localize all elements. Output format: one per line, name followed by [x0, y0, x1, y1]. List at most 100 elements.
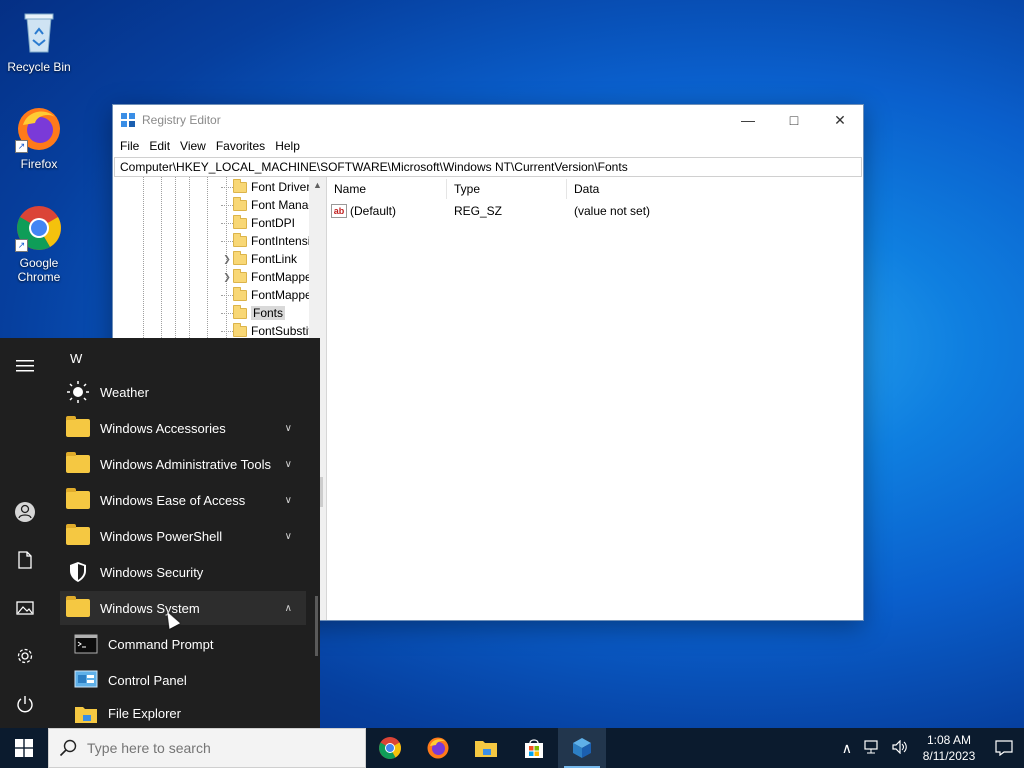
network-icon[interactable] — [864, 739, 880, 757]
shield-icon — [64, 558, 92, 586]
cmd-icon — [72, 630, 100, 658]
taskbar-registry-editor[interactable] — [558, 728, 606, 768]
file-explorer-icon — [72, 700, 100, 728]
values-pane: Name Type Data ab (Default) REG_SZ (value… — [327, 177, 863, 620]
start-item-windows-system[interactable]: Windows System ∧ — [60, 591, 306, 625]
folder-icon — [233, 250, 247, 265]
app-list-scrollbar[interactable] — [315, 596, 318, 656]
letter-header[interactable]: W — [70, 351, 82, 366]
chevron-down-icon: ∨ — [284, 422, 292, 434]
folder-icon — [233, 286, 247, 301]
start-item-windows-security[interactable]: Windows Security — [60, 555, 306, 589]
column-name[interactable]: Name — [327, 179, 447, 199]
start-item-windows-powershell[interactable]: Windows PowerShell ∨ — [60, 519, 306, 553]
tree-item-font-drivers[interactable]: Font Driver — [221, 178, 310, 196]
pictures-icon[interactable] — [13, 596, 37, 620]
clock-time: 1:08 AM — [926, 733, 972, 747]
taskbar-file-explorer[interactable] — [462, 728, 510, 768]
column-type[interactable]: Type — [447, 179, 567, 199]
folder-icon — [64, 594, 92, 622]
close-button[interactable]: ✕ — [817, 105, 863, 135]
hamburger-icon[interactable] — [13, 354, 37, 378]
documents-icon[interactable] — [13, 548, 37, 572]
volume-icon[interactable] — [892, 739, 908, 757]
start-item-label: Windows PowerShell — [100, 528, 223, 544]
start-rail — [0, 338, 50, 728]
minimize-button[interactable]: — — [725, 105, 771, 135]
chrome-icon — [379, 737, 401, 759]
clock[interactable]: 1:08 AM 8/11/2023 — [914, 732, 984, 764]
start-item-label: Command Prompt — [108, 636, 214, 652]
taskbar-firefox[interactable] — [414, 728, 462, 768]
notification-icon[interactable] — [984, 728, 1024, 768]
power-icon[interactable] — [13, 692, 37, 716]
start-item-control-panel[interactable]: Control Panel — [60, 663, 306, 697]
file-explorer-icon — [475, 741, 497, 757]
folder-icon — [233, 304, 247, 319]
tree-item-fontmapper-1[interactable]: ❯ FontMappe — [221, 268, 312, 286]
tree-item-fontmapper-2[interactable]: FontMappe — [221, 286, 312, 304]
value-type: REG_SZ — [454, 204, 503, 218]
desktop-icon-label: Firefox — [20, 157, 58, 171]
taskbar-chrome[interactable] — [366, 728, 414, 768]
firefox-icon — [427, 737, 449, 759]
start-item-label: Weather — [100, 384, 149, 400]
start-item-label: Windows System — [100, 600, 200, 616]
start-item-windows-administrative-tools[interactable]: Windows Administrative Tools ∨ — [60, 447, 306, 481]
search-input[interactable] — [87, 740, 337, 756]
table-row[interactable]: ab (Default) REG_SZ (value not set) — [327, 201, 863, 221]
start-item-command-prompt[interactable]: Command Prompt — [60, 627, 306, 661]
column-headers: Name Type Data — [327, 177, 863, 201]
firefox-icon: ↗ — [15, 105, 63, 153]
taskbar-store[interactable] — [510, 728, 558, 768]
settings-icon[interactable] — [13, 644, 37, 668]
start-button[interactable] — [0, 728, 48, 768]
tree-item-fonts[interactable]: Fonts — [221, 304, 286, 322]
recycle-bin-icon — [15, 8, 63, 56]
column-data[interactable]: Data — [567, 179, 687, 199]
weather-sun-icon — [64, 378, 92, 406]
expand-chevron-icon[interactable]: ❯ — [221, 272, 233, 283]
start-item-label: Windows Administrative Tools — [100, 456, 271, 472]
maximize-button[interactable]: □ — [771, 105, 817, 135]
user-icon[interactable] — [13, 500, 37, 524]
start-item-windows-ease-of-access[interactable]: Windows Ease of Access ∨ — [60, 483, 306, 517]
tree-item-fontlink[interactable]: ❯ FontLink — [221, 250, 297, 268]
menu-favorites[interactable]: Favorites — [211, 139, 270, 153]
menu-edit[interactable]: Edit — [144, 139, 175, 153]
desktop-icon-label: Recycle Bin — [7, 60, 71, 74]
address-bar[interactable]: Computer\HKEY_LOCAL_MACHINE\SOFTWARE\Mic… — [114, 157, 862, 177]
tree-item-fontintensity[interactable]: FontIntensi — [221, 232, 310, 250]
title-bar[interactable]: Registry Editor — □ ✕ — [113, 105, 863, 135]
tree-item-font-management[interactable]: Font Manag — [221, 196, 315, 214]
search-icon — [59, 739, 77, 757]
chevron-up-icon[interactable]: ∧ — [842, 740, 852, 757]
menu-view[interactable]: View — [175, 139, 211, 153]
system-tray: ∧ 1:08 AM 8/11/2023 — [836, 728, 1024, 768]
folder-icon — [233, 196, 247, 211]
menu-bar: File Edit View Favorites Help — [113, 135, 863, 157]
desktop-icon-firefox[interactable]: ↗ Firefox — [4, 105, 74, 171]
folder-icon — [64, 522, 92, 550]
start-item-windows-accessories[interactable]: Windows Accessories ∨ — [60, 411, 306, 445]
app-list: W Weather Windows Accessories ∨ Windows … — [58, 338, 320, 728]
desktop-icon-recycle-bin[interactable]: Recycle Bin — [4, 8, 74, 74]
start-item-label: Windows Ease of Access — [100, 492, 246, 508]
window-title: Registry Editor — [142, 113, 221, 127]
clock-date: 8/11/2023 — [922, 749, 976, 763]
folder-icon — [233, 178, 247, 193]
menu-file[interactable]: File — [115, 139, 144, 153]
desktop-icon-chrome[interactable]: ↗ Google Chrome — [4, 204, 74, 284]
windows-logo-icon — [15, 739, 33, 757]
start-item-label: File Explorer — [108, 706, 181, 721]
scroll-up-icon[interactable]: ▲ — [309, 177, 326, 194]
chevron-down-icon: ∨ — [284, 458, 292, 470]
search-box[interactable] — [48, 728, 366, 768]
expand-chevron-icon[interactable]: ❯ — [221, 254, 233, 265]
chevron-down-icon: ∨ — [284, 494, 292, 506]
menu-help[interactable]: Help — [270, 139, 305, 153]
tree-item-fontdpi[interactable]: FontDPI — [221, 214, 295, 232]
folder-icon — [64, 486, 92, 514]
start-item-weather[interactable]: Weather — [60, 375, 306, 409]
start-item-file-explorer[interactable]: File Explorer — [60, 699, 306, 728]
